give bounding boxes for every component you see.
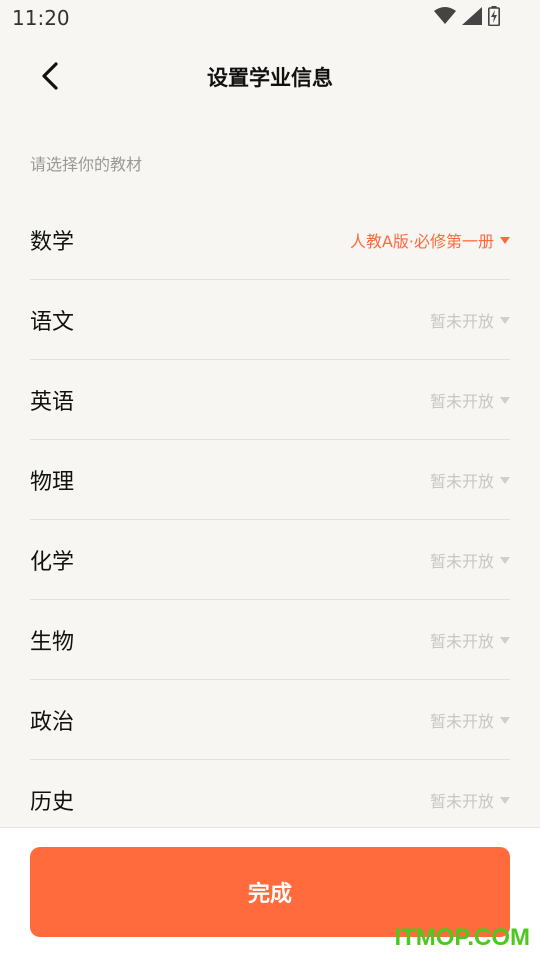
caret-down-icon	[500, 477, 510, 484]
textbook-value: 暂未开放	[429, 471, 494, 491]
subject-row-politics[interactable]: 政治 暂未开放	[30, 680, 510, 760]
subject-row-english[interactable]: 英语 暂未开放	[30, 360, 510, 440]
textbook-value: 暂未开放	[429, 711, 494, 731]
textbook-select[interactable]: 暂未开放	[430, 548, 510, 572]
subject-list: 数学 人教A版·必修第一册 语文 暂未开放 英语 暂未开放 物理 暂未开放 化学…	[30, 200, 510, 840]
subject-name: 政治	[30, 709, 75, 735]
caret-down-icon	[500, 237, 510, 244]
textbook-select[interactable]: 暂未开放	[430, 468, 510, 492]
subject-name: 物理	[30, 469, 75, 495]
textbook-select[interactable]: 暂未开放	[430, 628, 510, 652]
subject-name: 历史	[30, 789, 75, 815]
textbook-select[interactable]: 暂未开放	[430, 308, 510, 332]
caret-down-icon	[500, 397, 510, 404]
subject-name: 化学	[30, 549, 75, 575]
section-hint: 请选择你的教材	[30, 155, 143, 174]
watermark: ITMOP.COM	[394, 924, 530, 951]
subject-row-math[interactable]: 数学 人教A版·必修第一册	[30, 200, 510, 280]
wifi-icon	[434, 7, 456, 29]
subject-name: 语文	[30, 309, 75, 335]
textbook-value: 人教A版·必修第一册	[349, 231, 494, 251]
cell-signal-icon	[462, 7, 482, 29]
subject-name: 英语	[30, 389, 75, 415]
caret-down-icon	[500, 637, 510, 644]
subject-name: 数学	[30, 229, 75, 255]
page-title: 设置学业信息	[207, 66, 333, 90]
header: 设置学业信息	[0, 50, 540, 106]
battery-icon	[488, 6, 500, 30]
status-icons	[434, 6, 500, 30]
textbook-value: 暂未开放	[429, 791, 494, 811]
textbook-value: 暂未开放	[429, 551, 494, 571]
subject-row-physics[interactable]: 物理 暂未开放	[30, 440, 510, 520]
textbook-value: 暂未开放	[429, 311, 494, 331]
caret-down-icon	[500, 717, 510, 724]
status-bar: 11:20	[0, 0, 540, 36]
textbook-value: 暂未开放	[429, 391, 494, 411]
subject-name: 生物	[30, 629, 75, 655]
subject-row-chinese[interactable]: 语文 暂未开放	[30, 280, 510, 360]
caret-down-icon	[500, 317, 510, 324]
subject-row-biology[interactable]: 生物 暂未开放	[30, 600, 510, 680]
textbook-select[interactable]: 暂未开放	[430, 788, 510, 812]
subject-row-chemistry[interactable]: 化学 暂未开放	[30, 520, 510, 600]
textbook-select[interactable]: 暂未开放	[430, 708, 510, 732]
textbook-value: 暂未开放	[429, 631, 494, 651]
textbook-select[interactable]: 暂未开放	[430, 388, 510, 412]
status-time: 11:20	[12, 6, 70, 30]
caret-down-icon	[500, 797, 510, 804]
textbook-select[interactable]: 人教A版·必修第一册	[350, 228, 510, 252]
caret-down-icon	[500, 557, 510, 564]
